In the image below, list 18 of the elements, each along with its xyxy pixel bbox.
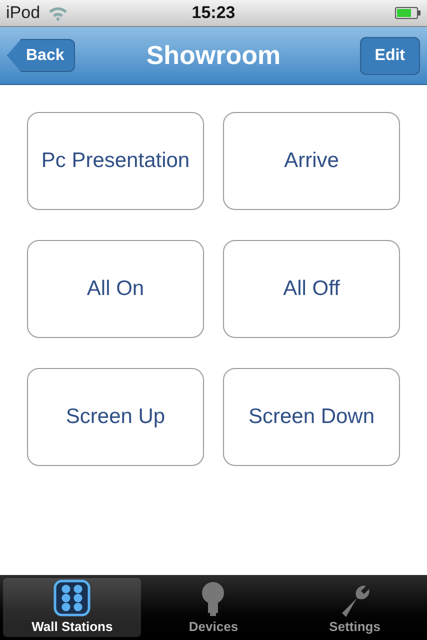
screen-title: Showroom xyxy=(146,39,281,72)
scene-button[interactable]: Screen Down xyxy=(223,368,400,466)
status-time: 15:23 xyxy=(192,2,236,24)
scene-button[interactable]: All On xyxy=(27,240,204,338)
tab-button[interactable]: Settings xyxy=(286,578,424,637)
wifi-icon xyxy=(48,6,68,20)
grid-icon xyxy=(53,578,92,616)
scene-button[interactable]: Screen Up xyxy=(27,368,204,466)
battery-icon xyxy=(395,7,421,19)
scene-button[interactable]: All Off xyxy=(223,240,400,338)
carrier-name: iPod xyxy=(6,2,40,24)
tab-button[interactable]: Wall Stations xyxy=(3,578,142,637)
light-bulb-icon xyxy=(201,580,226,616)
tab-button[interactable]: Devices xyxy=(144,578,283,637)
scene-button[interactable]: Arrive xyxy=(223,112,400,210)
scene-button[interactable]: Pc Presentation xyxy=(27,112,204,210)
back-button[interactable]: Back xyxy=(7,39,76,72)
edit-button[interactable]: Edit xyxy=(360,36,420,74)
